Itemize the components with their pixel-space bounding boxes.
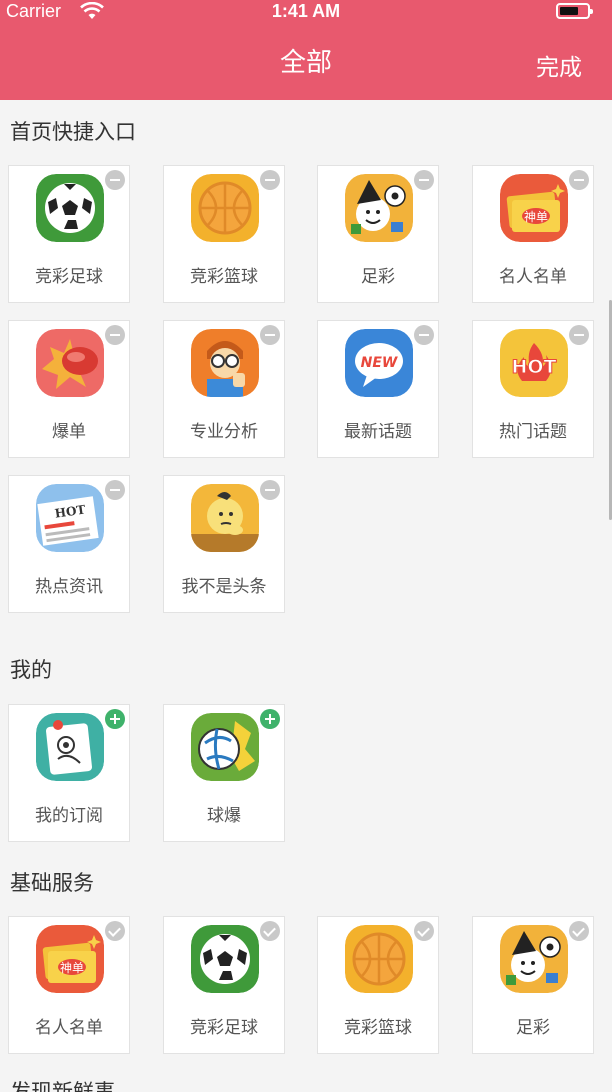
tile-hot-news[interactable]: HOT 热点资讯 [8, 475, 130, 613]
ticket-icon: 神单 [36, 925, 104, 993]
tile-baodan[interactable]: 爆单 [8, 320, 130, 458]
add-badge-icon[interactable] [105, 709, 125, 729]
tile-jingcai-basketball[interactable]: 竞彩篮球 [317, 916, 439, 1054]
remove-badge-icon[interactable] [260, 480, 280, 500]
tile-label: 竞彩足球 [190, 1018, 258, 1038]
done-button[interactable]: 完成 [536, 48, 582, 82]
ticket-text: 神单 [60, 961, 84, 975]
remove-badge-icon[interactable] [414, 325, 434, 345]
remove-badge-icon[interactable] [569, 170, 589, 190]
basketball-icon [191, 174, 259, 242]
clown-soccer-icon [345, 174, 413, 242]
check-badge-icon [260, 921, 280, 941]
section-title-discover: 发现新鲜事 [10, 1080, 115, 1092]
boxing-glove-icon [36, 329, 104, 397]
tile-label: 我不是头条 [181, 577, 267, 597]
clock: 1:41 AM [271, 1, 341, 21]
remove-badge-icon[interactable] [569, 325, 589, 345]
tile-jingcai-basketball[interactable]: 竞彩篮球 [163, 165, 285, 303]
analyst-icon [191, 329, 259, 397]
remove-badge-icon[interactable] [260, 170, 280, 190]
tile-jingcai-football[interactable]: 竞彩足球 [8, 165, 130, 303]
ticket-icon: 神单 [500, 174, 568, 242]
tile-hot-topics[interactable]: HOT 热门话题 [472, 320, 594, 458]
add-badge-icon[interactable] [260, 709, 280, 729]
remove-badge-icon[interactable] [105, 480, 125, 500]
tile-label: 爆单 [52, 422, 86, 442]
tile-my-subscriptions[interactable]: 我的订阅 [8, 704, 130, 842]
tile-label: 热门话题 [499, 422, 567, 442]
status-bar: Carrier 1:41 AM [0, 0, 612, 22]
tile-label: 竞彩篮球 [190, 267, 258, 287]
tile-label: 我的订阅 [35, 806, 103, 826]
ticket-text: 神单 [524, 210, 548, 224]
tile-zucai[interactable]: 足彩 [472, 916, 594, 1054]
remove-badge-icon[interactable] [105, 170, 125, 190]
check-badge-icon [105, 921, 125, 941]
new-text: NEW [361, 355, 398, 371]
exploding-ball-icon [191, 713, 259, 781]
tile-label: 名人名单 [35, 1018, 103, 1038]
tile-label: 名人名单 [499, 267, 567, 287]
tile-label: 竞彩足球 [35, 267, 103, 287]
basketball-icon [345, 925, 413, 993]
remove-badge-icon[interactable] [260, 325, 280, 345]
hot-text: HOT [511, 356, 556, 378]
remove-badge-icon[interactable] [105, 325, 125, 345]
hot-fire-icon: HOT [500, 329, 568, 397]
remove-badge-icon[interactable] [414, 170, 434, 190]
tile-analysis[interactable]: 专业分析 [163, 320, 285, 458]
tile-mingren-mingdan[interactable]: 神单 名人名单 [472, 165, 594, 303]
tile-label: 竞彩篮球 [344, 1018, 412, 1038]
soccer-ball-icon [36, 174, 104, 242]
tile-label: 足彩 [516, 1018, 550, 1038]
tile-jingcai-football[interactable]: 竞彩足球 [163, 916, 285, 1054]
page-title: 全部 [279, 48, 332, 78]
section-title-mine: 我的 [10, 658, 52, 682]
tile-qiubao[interactable]: 球爆 [163, 704, 285, 842]
tile-label: 最新话题 [344, 422, 412, 442]
soccer-ball-icon [191, 925, 259, 993]
tile-label: 专业分析 [190, 422, 258, 442]
thinking-kid-icon [191, 484, 259, 552]
section-title-basic-services: 基础服务 [10, 871, 94, 895]
pinned-note-icon [36, 713, 104, 781]
section-title-quick-entry: 首页快捷入口 [10, 120, 136, 144]
tile-label: 热点资讯 [35, 577, 103, 597]
content-area[interactable]: 首页快捷入口 竞彩足球 竞彩篮球 足彩 神单 名人名单 爆单 专业分析 NEW … [0, 100, 612, 1092]
new-bubble-icon: NEW [345, 329, 413, 397]
tile-latest-topics[interactable]: NEW 最新话题 [317, 320, 439, 458]
tile-zucai[interactable]: 足彩 [317, 165, 439, 303]
tile-not-headline[interactable]: 我不是头条 [163, 475, 285, 613]
clown-soccer-icon [500, 925, 568, 993]
newspaper-icon: HOT [36, 484, 104, 552]
check-badge-icon [414, 921, 434, 941]
check-badge-icon [569, 921, 589, 941]
tile-label: 球爆 [207, 806, 241, 826]
tile-label: 足彩 [361, 267, 395, 287]
battery-icon [556, 3, 593, 19]
nav-bar: 全部 完成 [0, 22, 612, 100]
tile-mingren-mingdan[interactable]: 神单 名人名单 [8, 916, 130, 1054]
